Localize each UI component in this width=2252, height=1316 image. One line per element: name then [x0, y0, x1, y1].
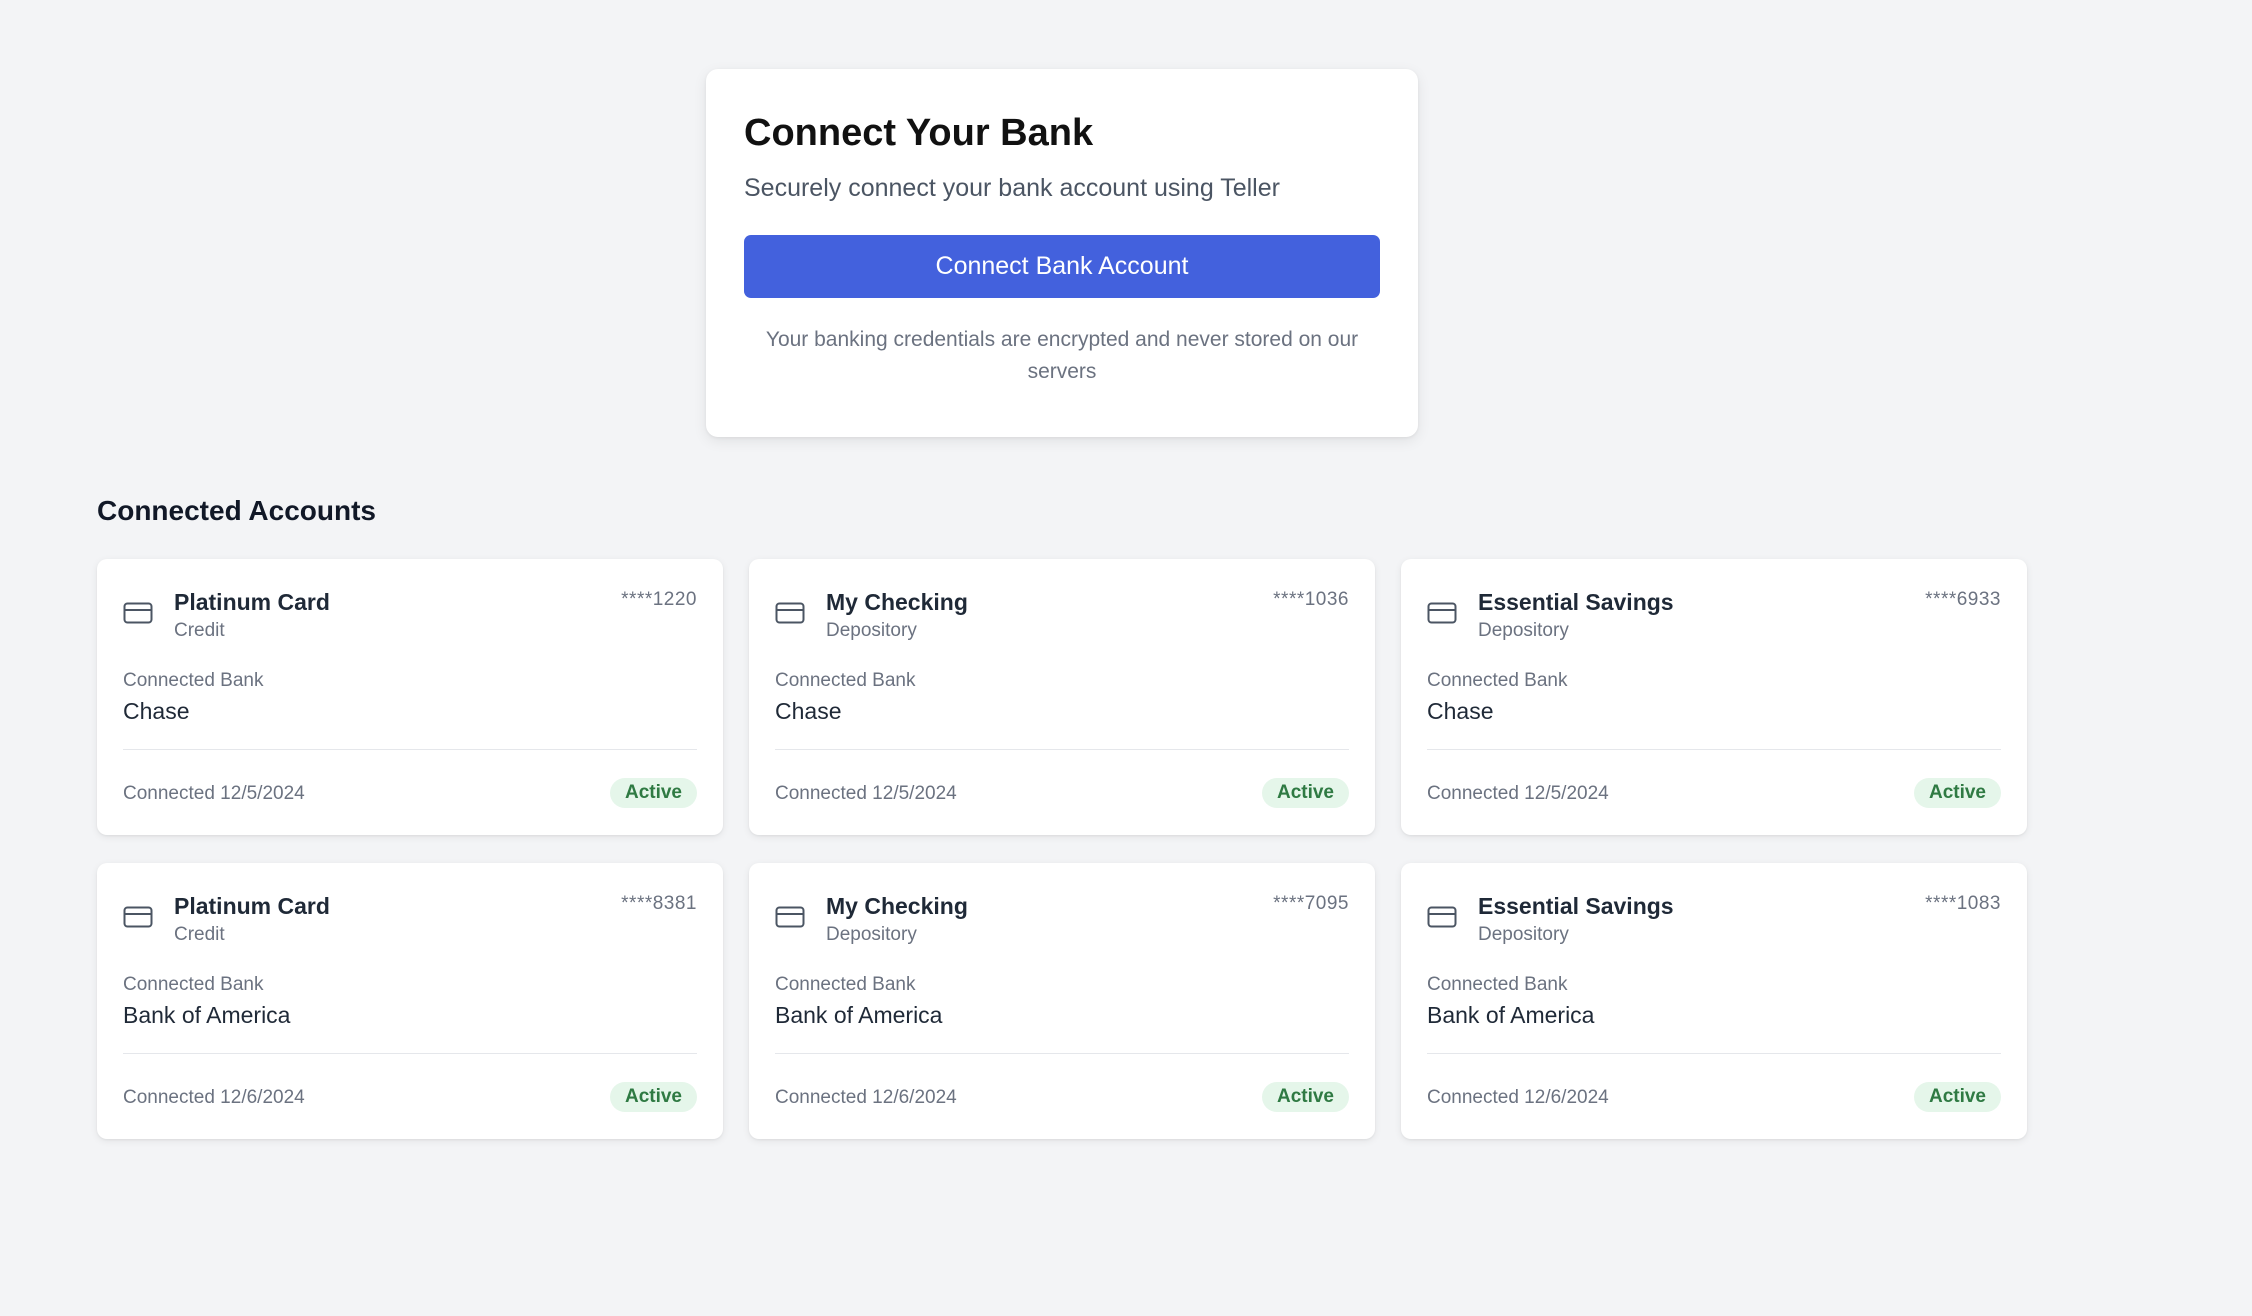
connect-bank-card: Connect Your Bank Securely connect your … [706, 69, 1418, 437]
account-name: Platinum Card [174, 893, 330, 919]
connected-date: Connected 12/5/2024 [775, 783, 957, 804]
status-badge: Active [1261, 1082, 1349, 1112]
status-badge: Active [609, 1082, 697, 1112]
account-type: Credit [174, 620, 225, 641]
card-divider [123, 1053, 697, 1054]
connected-date: Connected 12/5/2024 [1427, 783, 1609, 804]
bank-name: Bank of America [123, 1002, 291, 1028]
status-badge: Active [1913, 778, 2001, 808]
connected-date: Connected 12/6/2024 [1427, 1087, 1609, 1108]
status-badge: Active [609, 778, 697, 808]
connected-bank-label: Connected Bank [123, 670, 264, 691]
bank-name: Bank of America [1427, 1002, 1595, 1028]
credit-card-icon [123, 601, 153, 625]
connected-date: Connected 12/5/2024 [123, 783, 305, 804]
account-name: My Checking [826, 589, 968, 615]
status-badge: Active [1261, 778, 1349, 808]
connect-bank-account-button[interactable]: Connect Bank Account [744, 235, 1380, 298]
connected-bank-label: Connected Bank [1427, 974, 1568, 995]
card-divider [775, 1053, 1349, 1054]
account-name: Essential Savings [1478, 893, 1674, 919]
account-type: Credit [174, 924, 225, 945]
account-type: Depository [1478, 924, 1569, 945]
account-number-mask: ****7095 [1273, 893, 1349, 914]
credit-card-icon [1427, 601, 1457, 625]
credit-card-icon [775, 905, 805, 929]
account-card[interactable]: Essential Savings Depository ****1083 Co… [1401, 863, 2027, 1139]
account-card[interactable]: Essential Savings Depository ****6933 Co… [1401, 559, 2027, 835]
security-note: Your banking credentials are encrypted a… [765, 328, 1359, 383]
status-badge: Active [1913, 1082, 2001, 1112]
connected-bank-label: Connected Bank [1427, 670, 1568, 691]
account-number-mask: ****8381 [621, 893, 697, 914]
bank-name: Chase [775, 698, 842, 724]
account-number-mask: ****6933 [1925, 589, 2001, 610]
account-number-mask: ****1036 [1273, 589, 1349, 610]
bank-name: Chase [1427, 698, 1494, 724]
account-card[interactable]: Platinum Card Credit ****1220 Connected … [97, 559, 723, 835]
card-divider [1427, 749, 2001, 750]
account-type: Depository [1478, 620, 1569, 641]
connected-accounts-title: Connected Accounts [97, 495, 376, 526]
account-name: Essential Savings [1478, 589, 1674, 615]
account-card[interactable]: Platinum Card Credit ****8381 Connected … [97, 863, 723, 1139]
account-name: My Checking [826, 893, 968, 919]
card-divider [1427, 1053, 2001, 1054]
credit-card-icon [775, 601, 805, 625]
bank-name: Chase [123, 698, 190, 724]
account-name: Platinum Card [174, 589, 330, 615]
card-divider [775, 749, 1349, 750]
accounts-grid: Platinum Card Credit ****1220 Connected … [97, 559, 2027, 1139]
credit-card-icon [123, 905, 153, 929]
account-type: Depository [826, 924, 917, 945]
connect-title: Connect Your Bank [744, 112, 1094, 154]
connect-subtitle: Securely connect your bank account using… [744, 174, 1280, 202]
account-number-mask: ****1083 [1925, 893, 2001, 914]
credit-card-icon [1427, 905, 1457, 929]
bank-name: Bank of America [775, 1002, 943, 1028]
account-card[interactable]: My Checking Depository ****1036 Connecte… [749, 559, 1375, 835]
card-divider [123, 749, 697, 750]
account-number-mask: ****1220 [621, 589, 697, 610]
connected-date: Connected 12/6/2024 [123, 1087, 305, 1108]
connected-bank-label: Connected Bank [123, 974, 264, 995]
connected-date: Connected 12/6/2024 [775, 1087, 957, 1108]
account-card[interactable]: My Checking Depository ****7095 Connecte… [749, 863, 1375, 1139]
account-type: Depository [826, 620, 917, 641]
connected-bank-label: Connected Bank [775, 974, 916, 995]
connected-bank-label: Connected Bank [775, 670, 916, 691]
